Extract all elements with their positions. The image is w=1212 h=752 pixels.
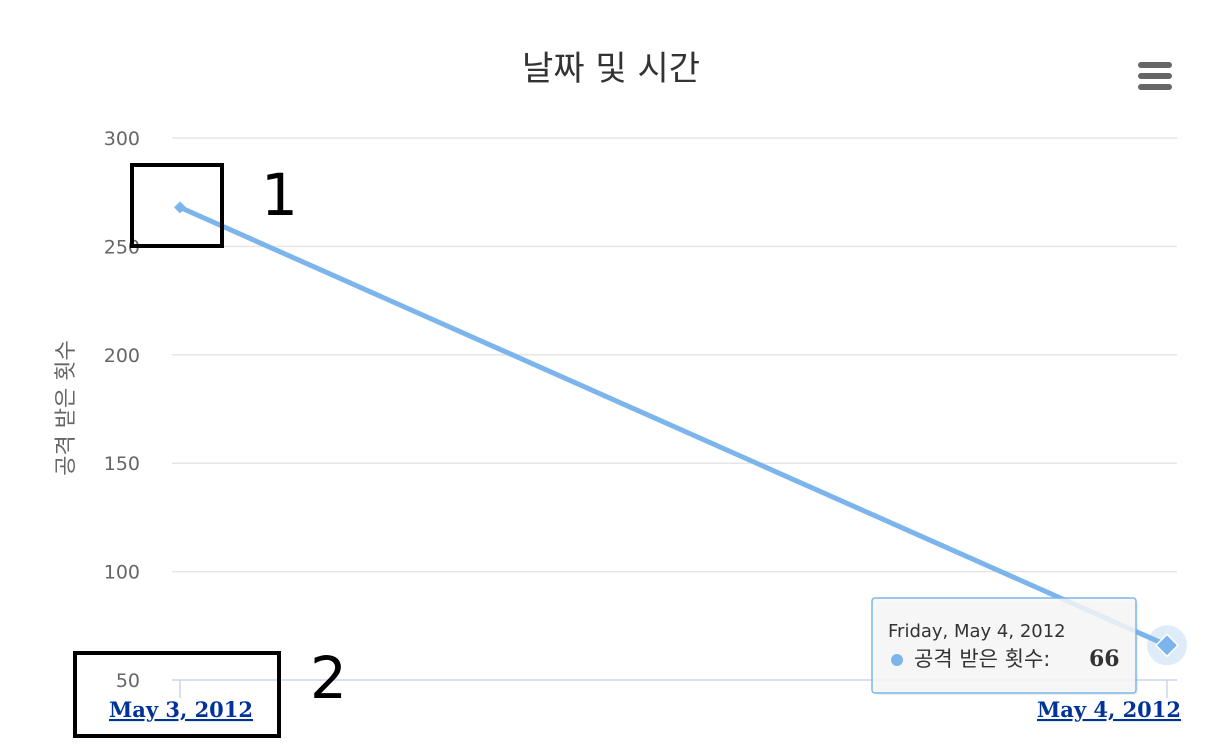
y-axis-label: 공격 받은 횟수: [54, 340, 79, 475]
tooltip-series-dot: [891, 654, 903, 666]
y-tick-label: 300: [104, 128, 140, 150]
hamburger-menu-icon[interactable]: [1130, 56, 1180, 96]
y-tick-label: 50: [116, 670, 140, 692]
series-line: [177, 204, 1170, 648]
y-tick-label: 100: [104, 562, 140, 584]
tooltip-value: 66: [1089, 646, 1120, 672]
chart: 날짜 및 시간 공격 받은 횟수 50100150200250300 May 3…: [54, 49, 1187, 738]
chart-title: 날짜 및 시간: [522, 49, 700, 89]
tooltip-series-label: 공격 받은 횟수:: [914, 647, 1050, 671]
y-tick-label: 150: [104, 453, 140, 475]
annotation-1: 1: [130, 161, 298, 248]
series-layer: [174, 201, 1187, 666]
y-tick-labels: 50100150200250300: [104, 128, 140, 692]
y-tick-label: 200: [104, 345, 140, 367]
annotation-label-1: 1: [261, 161, 298, 229]
tooltip: Friday, May 4, 2012 공격 받은 횟수: 66: [871, 597, 1138, 695]
annotation-box-2: [73, 651, 281, 738]
grid-lines: [172, 137, 1177, 573]
tooltip-header: Friday, May 4, 2012: [888, 621, 1066, 642]
annotation-label-2: 2: [310, 644, 347, 712]
x-tick-label[interactable]: May 3, 2012: [109, 697, 253, 722]
x-tick-label[interactable]: May 4, 2012: [1037, 697, 1181, 722]
